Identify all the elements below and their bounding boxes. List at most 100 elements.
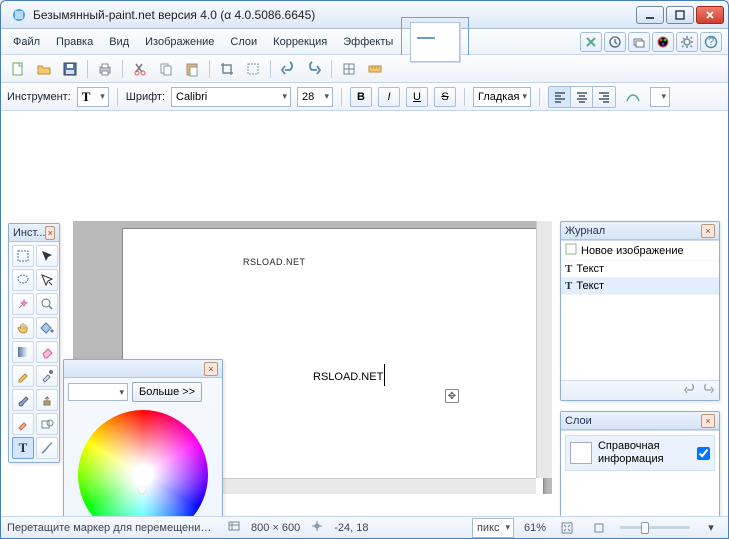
tool-text[interactable]: T <box>12 437 34 459</box>
maximize-button[interactable] <box>666 6 694 24</box>
layer-visible-checkbox[interactable] <box>697 447 710 460</box>
zoom-slider[interactable] <box>620 526 690 529</box>
history-panel-title[interactable]: Журнал× <box>561 222 719 240</box>
colors-panel[interactable]: × Больше >> <box>63 359 223 516</box>
color-wheel-picker[interactable] <box>138 486 146 494</box>
window-title: Безымянный-paint.net версия 4.0 (α 4.0.5… <box>33 8 636 22</box>
layers-panel-title[interactable]: Слои× <box>561 412 719 430</box>
antialias-toggle[interactable] <box>622 86 644 108</box>
colors-panel-close[interactable]: × <box>204 362 218 376</box>
underline-button[interactable]: U <box>406 87 428 107</box>
undo-button[interactable] <box>277 58 299 80</box>
italic-button[interactable]: I <box>378 87 400 107</box>
zoom-dropdown-icon[interactable]: ▾ <box>700 517 722 539</box>
settings-button[interactable] <box>676 32 698 52</box>
tool-move-pixels[interactable] <box>36 269 58 291</box>
layer-row[interactable]: Справочная информация <box>565 435 715 471</box>
layers-panel-toggle[interactable] <box>628 32 650 52</box>
tool-fill[interactable] <box>36 317 58 339</box>
open-button[interactable] <box>33 58 55 80</box>
redo-button[interactable] <box>303 58 325 80</box>
close-button[interactable] <box>696 6 724 24</box>
blend-mode-select[interactable] <box>650 87 670 107</box>
tool-color-picker[interactable] <box>36 365 58 387</box>
instrument-label: Инструмент: <box>7 91 71 103</box>
tool-line[interactable] <box>36 437 58 459</box>
menu-adjustments[interactable]: Коррекция <box>265 32 335 52</box>
text-move-handle[interactable]: ✥ <box>445 389 459 403</box>
layers-panel-close[interactable]: × <box>701 414 715 428</box>
strikethrough-button[interactable]: S <box>434 87 456 107</box>
menu-effects[interactable]: Эффекты <box>335 32 401 52</box>
font-size-select[interactable]: 28 <box>297 87 333 107</box>
titlebar[interactable]: Безымянный-paint.net версия 4.0 (α 4.0.5… <box>1 1 728 29</box>
history-panel-close[interactable]: × <box>701 224 715 238</box>
font-family-select[interactable]: Calibri <box>171 87 291 107</box>
color-wheel[interactable] <box>78 410 208 516</box>
tools-panel-toggle[interactable] <box>580 32 602 52</box>
tool-brush[interactable] <box>12 389 34 411</box>
menu-image[interactable]: Изображение <box>137 32 222 52</box>
tool-eraser[interactable] <box>36 341 58 363</box>
units-select[interactable]: пикс <box>472 518 514 538</box>
image-thumbnail-strip[interactable] <box>401 17 469 67</box>
print-button[interactable] <box>94 58 116 80</box>
bold-button[interactable]: B <box>350 87 372 107</box>
tools-panel-title[interactable]: Инст...× <box>9 224 59 242</box>
paste-button[interactable] <box>181 58 203 80</box>
cut-button[interactable] <box>129 58 151 80</box>
tool-pan[interactable] <box>12 317 34 339</box>
zoom-slider-thumb[interactable] <box>641 522 649 534</box>
tool-lasso[interactable] <box>12 269 34 291</box>
menu-view[interactable]: Вид <box>101 32 137 52</box>
canvas-editing-text[interactable]: RSLOAD.NET <box>313 359 385 386</box>
tool-rect-select[interactable] <box>12 245 34 267</box>
tool-clone[interactable] <box>36 389 58 411</box>
save-button[interactable] <box>59 58 81 80</box>
colors-panel-title[interactable]: × <box>64 360 222 378</box>
history-list[interactable]: Новое изображениеTТекстTТекст <box>561 240 719 380</box>
tool-shapes[interactable] <box>36 413 58 435</box>
colors-panel-toggle[interactable] <box>652 32 674 52</box>
crop-button[interactable] <box>216 58 238 80</box>
tool-recolor[interactable] <box>12 413 34 435</box>
menu-layers[interactable]: Слои <box>222 32 265 52</box>
vertical-scrollbar[interactable] <box>536 221 552 478</box>
font-size-value: 28 <box>302 91 314 103</box>
copy-button[interactable] <box>155 58 177 80</box>
history-undo-icon[interactable] <box>683 382 697 399</box>
deselect-button[interactable] <box>242 58 264 80</box>
tools-panel[interactable]: Инст...× T <box>8 223 60 463</box>
zoom-actual-icon[interactable] <box>588 517 610 539</box>
ruler-button[interactable] <box>364 58 386 80</box>
layers-panel[interactable]: Слои× Справочная информация <box>560 411 720 516</box>
menubar: Файл Правка Вид Изображение Слои Коррекц… <box>1 29 728 55</box>
menu-file[interactable]: Файл <box>5 32 48 52</box>
tool-magic-wand[interactable] <box>12 293 34 315</box>
minimize-button[interactable] <box>636 6 664 24</box>
tool-pencil[interactable] <box>12 365 34 387</box>
history-item[interactable]: Новое изображение <box>561 241 719 261</box>
history-item[interactable]: TТекст <box>561 278 719 295</box>
align-left-button[interactable] <box>549 87 571 107</box>
antialias-select[interactable]: Гладкая <box>473 87 531 107</box>
tool-dropdown[interactable]: T <box>77 87 109 107</box>
grid-button[interactable] <box>338 58 360 80</box>
tool-move-selection[interactable] <box>36 245 58 267</box>
tool-zoom[interactable] <box>36 293 58 315</box>
align-right-button[interactable] <box>593 87 615 107</box>
history-item[interactable]: TТекст <box>561 261 719 278</box>
align-center-button[interactable] <box>571 87 593 107</box>
help-button[interactable]: ? <box>700 32 722 52</box>
new-button[interactable] <box>7 58 29 80</box>
new-image-icon <box>565 243 577 258</box>
tool-gradient[interactable] <box>12 341 34 363</box>
history-redo-icon[interactable] <box>701 382 715 399</box>
history-panel[interactable]: Журнал× Новое изображениеTТекстTТекст <box>560 221 720 401</box>
history-panel-toggle[interactable] <box>604 32 626 52</box>
zoom-fit-icon[interactable] <box>556 517 578 539</box>
colors-more-button[interactable]: Больше >> <box>132 382 202 402</box>
color-mode-select[interactable] <box>68 383 128 401</box>
menu-edit[interactable]: Правка <box>48 32 101 52</box>
tools-panel-close[interactable]: × <box>45 226 55 240</box>
